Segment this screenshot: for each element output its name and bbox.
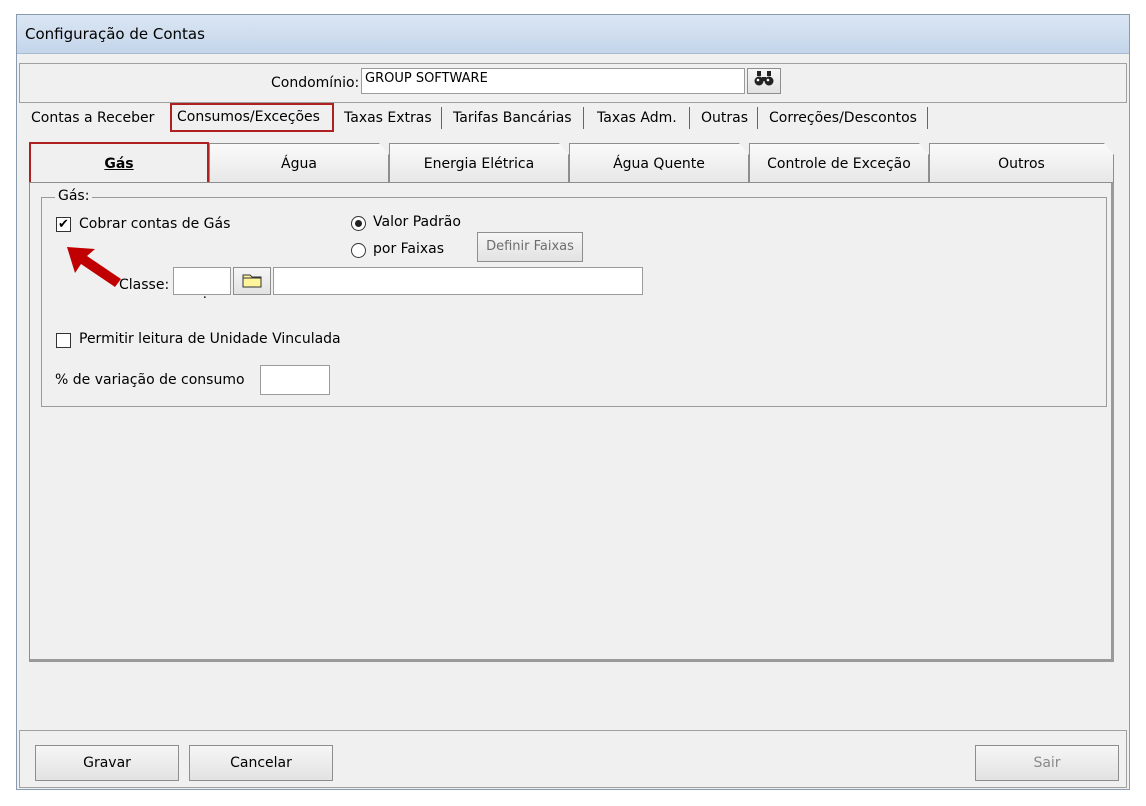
gravar-button[interactable]: Gravar bbox=[35, 745, 179, 781]
subtab-outros[interactable]: Outros bbox=[929, 143, 1114, 183]
subtab-agua-quente-label: Água Quente bbox=[613, 156, 705, 172]
cancelar-button[interactable]: Cancelar bbox=[189, 745, 333, 781]
subtab-energia-label: Energia Elétrica bbox=[423, 156, 535, 172]
tab-taxas-adm[interactable]: Taxas Adm. bbox=[597, 110, 677, 126]
footer-bar bbox=[19, 730, 1127, 788]
binoculars-icon bbox=[754, 71, 774, 91]
classe-label: Classe: bbox=[119, 277, 170, 293]
cancelar-label: Cancelar bbox=[230, 755, 292, 771]
variacao-input[interactable] bbox=[260, 365, 330, 395]
tab-separator bbox=[927, 107, 928, 129]
condominio-input[interactable]: GROUP SOFTWARE bbox=[361, 68, 745, 94]
tab-separator bbox=[757, 107, 758, 129]
window-title: Configuração de Contas bbox=[25, 25, 205, 43]
permitir-leitura-checkbox[interactable] bbox=[56, 333, 71, 348]
folder-icon bbox=[242, 274, 262, 292]
tab-contas-a-receber[interactable]: Contas a Receber bbox=[31, 110, 154, 126]
variacao-label: % de variação de consumo bbox=[55, 372, 245, 388]
subtab-agua-quente[interactable]: Água Quente bbox=[569, 143, 749, 183]
classe-description-input[interactable] bbox=[273, 267, 643, 295]
tab-separator bbox=[441, 107, 442, 129]
condominio-label: Condomínio: bbox=[271, 75, 360, 91]
tab-correcoes-descontos[interactable]: Correções/Descontos bbox=[769, 110, 917, 126]
subtab-agua-label: Água bbox=[281, 156, 317, 172]
annotation-arrow-icon bbox=[65, 243, 127, 293]
tab-tarifas-bancarias[interactable]: Tarifas Bancárias bbox=[453, 110, 572, 126]
subtab-energia-eletrica[interactable]: Energia Elétrica bbox=[389, 143, 569, 183]
subtab-controle-label: Controle de Exceção bbox=[767, 156, 911, 172]
condominio-search-button[interactable] bbox=[747, 68, 781, 94]
condominio-value: GROUP SOFTWARE bbox=[365, 71, 488, 86]
subtab-controle-excecao[interactable]: Controle de Exceção bbox=[749, 143, 929, 183]
subtab-agua[interactable]: Água bbox=[209, 143, 389, 183]
title-bar: Configuração de Contas bbox=[17, 15, 1129, 54]
tab-separator bbox=[689, 107, 690, 129]
por-faixas-label: por Faixas bbox=[373, 241, 445, 257]
sair-label: Sair bbox=[1033, 755, 1061, 771]
cobrar-gas-label: Cobrar contas de Gás bbox=[79, 216, 231, 232]
gas-group-legend: Gás: bbox=[55, 188, 93, 204]
permitir-leitura-label: Permitir leitura de Unidade Vinculada bbox=[79, 331, 341, 347]
por-faixas-radio[interactable] bbox=[351, 243, 366, 258]
gravar-label: Gravar bbox=[83, 755, 131, 771]
valor-padrao-radio[interactable] bbox=[351, 216, 366, 231]
config-window: Configuração de Contas Condomínio: GROUP… bbox=[16, 14, 1130, 790]
valor-padrao-label: Valor Padrão bbox=[373, 214, 461, 230]
tab-consumos-excecoes[interactable]: Consumos/Exceções bbox=[177, 109, 320, 125]
tab-separator bbox=[583, 107, 584, 129]
classe-code-input[interactable]: . bbox=[173, 267, 231, 302]
subtab-outros-label: Outros bbox=[998, 156, 1045, 172]
classe-code-value: . bbox=[194, 287, 207, 302]
tab-outras[interactable]: Outras bbox=[701, 110, 748, 126]
definir-faixas-label: Definir Faixas bbox=[486, 239, 574, 254]
cobrar-gas-checkbox[interactable]: ✔ bbox=[56, 217, 71, 232]
classe-browse-button[interactable] bbox=[233, 267, 271, 295]
tab-taxas-extras[interactable]: Taxas Extras bbox=[344, 110, 432, 126]
sair-button[interactable]: Sair bbox=[975, 745, 1119, 781]
definir-faixas-button[interactable]: Definir Faixas bbox=[477, 232, 583, 262]
